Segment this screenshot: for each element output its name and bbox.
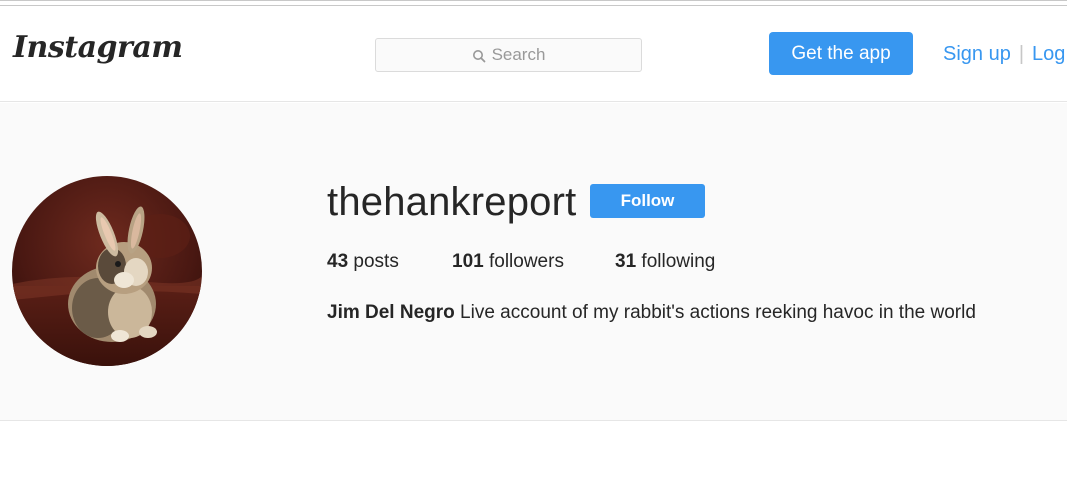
sign-up-link[interactable]: Sign up — [943, 43, 1011, 65]
followers-count[interactable]: 101 followers — [452, 251, 564, 273]
search-placeholder: Search — [491, 45, 546, 64]
profile-header: thehankreport Follow 43 posts 101 follow… — [0, 103, 1067, 421]
profile-avatar[interactable] — [12, 176, 202, 366]
posts-number: 43 — [327, 251, 349, 272]
auth-links: Sign up | Log — [943, 43, 1065, 66]
rabbit-photo — [12, 176, 202, 366]
search-icon — [472, 48, 486, 63]
following-number: 31 — [615, 251, 637, 272]
profile-bio: Jim Del Negro Live account of my rabbit'… — [327, 302, 976, 324]
posts-count: 43 posts — [327, 251, 399, 273]
bio-text: Live account of my rabbit's actions reek… — [460, 302, 976, 323]
following-label: following — [641, 251, 716, 272]
search-input[interactable]: Search — [375, 38, 642, 72]
profile-username: thehankreport — [327, 180, 577, 224]
following-count[interactable]: 31 following — [615, 251, 715, 273]
log-in-link[interactable]: Log — [1032, 43, 1065, 65]
posts-label: posts — [353, 251, 399, 272]
get-the-app-button[interactable]: Get the app — [769, 32, 913, 75]
auth-separator: | — [1018, 43, 1025, 65]
profile-full-name: Jim Del Negro — [327, 302, 455, 323]
followers-number: 101 — [452, 251, 484, 272]
instagram-logo[interactable]: Instagram — [13, 30, 183, 65]
follow-button[interactable]: Follow — [590, 184, 705, 218]
followers-label: followers — [488, 251, 564, 272]
top-navigation-bar: Instagram Search Get the app Sign up | Log — [0, 6, 1067, 102]
